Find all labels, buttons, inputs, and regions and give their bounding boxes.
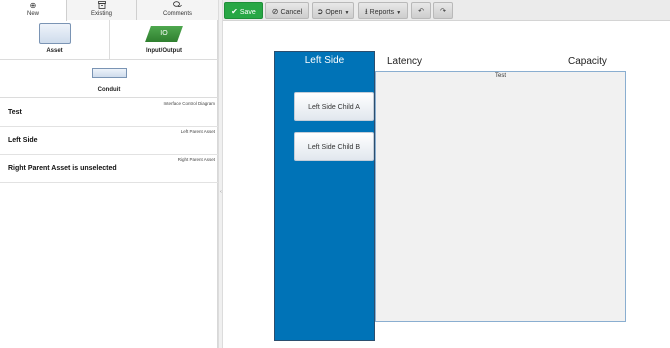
panel-tabs: ⊕ New Existing Comments bbox=[0, 0, 218, 21]
caret-down-icon: ▼ bbox=[396, 10, 402, 16]
property-icd[interactable]: Interface Control Diagram Test bbox=[0, 99, 218, 127]
reports-label: Reports bbox=[369, 9, 395, 16]
column-header-latency: Latency bbox=[387, 56, 423, 67]
plus-circle-icon: ⊕ bbox=[29, 1, 37, 10]
property-type: Interface Control Diagram bbox=[163, 101, 215, 106]
property-type: Right Parent Asset bbox=[177, 157, 215, 162]
undo-icon: ↶ bbox=[418, 8, 424, 15]
save-label: Save bbox=[239, 9, 256, 16]
column-header-capacity: Capacity bbox=[568, 56, 607, 67]
reports-dropdown-button[interactable]: ⭳ Reports ▼ bbox=[358, 2, 408, 19]
open-label: Open bbox=[325, 9, 343, 16]
check-circle-icon: ✔ bbox=[231, 7, 238, 16]
left-side-title: Left Side bbox=[304, 55, 345, 66]
open-dropdown-button[interactable]: ➲ Open ▼ bbox=[312, 2, 354, 19]
property-right-parent[interactable]: Right Parent Asset Right Parent Asset is… bbox=[0, 155, 218, 183]
shape-palette: Asset IO Input/Output bbox=[0, 20, 218, 60]
download-icon: ⭳ bbox=[364, 7, 368, 16]
tab-existing[interactable]: Existing bbox=[67, 0, 137, 20]
property-left-parent[interactable]: Left Parent Asset Left Side bbox=[0, 127, 218, 155]
left-panel: ⊕ New Existing Comments Asset IO Input/O… bbox=[0, 0, 218, 348]
icd-name: Test bbox=[494, 73, 506, 79]
palette-asset-label: Asset bbox=[46, 48, 63, 54]
child-asset-a[interactable]: Left Side Child A bbox=[294, 92, 374, 121]
tab-comments-label: Comments bbox=[162, 11, 192, 17]
left-side-asset[interactable]: Left Side Left Side Child A Left Side Ch… bbox=[274, 51, 375, 341]
save-button[interactable]: ✔ Save bbox=[224, 2, 263, 19]
arrow-circle-right-icon: ➲ bbox=[316, 7, 324, 16]
tab-new[interactable]: ⊕ New bbox=[0, 0, 67, 21]
palette-input-output[interactable]: IO Input/Output bbox=[110, 20, 218, 60]
archive-icon bbox=[67, 1, 136, 11]
toolbar: ✔ Save ⊘ Cancel ➲ Open ▼ ⭳ Reports ▼ ↶ ↷ bbox=[223, 0, 670, 21]
comments-icon bbox=[137, 1, 218, 11]
palette-conduit[interactable]: Conduit bbox=[0, 60, 218, 98]
tab-new-label: New bbox=[26, 11, 39, 17]
caret-down-icon: ▼ bbox=[344, 10, 350, 16]
property-value: Left Side bbox=[8, 137, 38, 144]
redo-icon: ↷ bbox=[440, 8, 446, 15]
undo-button[interactable]: ↶ bbox=[411, 2, 431, 19]
tab-comments[interactable]: Comments bbox=[137, 0, 218, 20]
palette-io-label: Input/Output bbox=[146, 48, 182, 54]
child-asset-b[interactable]: Left Side Child B bbox=[294, 132, 374, 161]
cancel-label: Cancel bbox=[280, 9, 303, 16]
property-type: Left Parent Asset bbox=[180, 129, 215, 134]
conduit-shape-icon bbox=[92, 68, 127, 78]
icd-box[interactable]: Test bbox=[375, 71, 626, 322]
ban-icon: ⊘ bbox=[271, 7, 279, 16]
diagram-canvas[interactable]: Latency Capacity Test Left Side Left Sid… bbox=[223, 22, 670, 348]
property-value: Test bbox=[8, 109, 22, 116]
palette-asset[interactable]: Asset bbox=[0, 20, 110, 60]
asset-shape-icon bbox=[39, 23, 71, 44]
redo-button[interactable]: ↷ bbox=[433, 2, 453, 19]
io-shape-icon: IO bbox=[145, 26, 183, 42]
io-shape-text: IO bbox=[160, 30, 168, 37]
cancel-button[interactable]: ⊘ Cancel bbox=[265, 2, 309, 19]
palette-conduit-label: Conduit bbox=[97, 87, 121, 93]
tab-existing-label: Existing bbox=[90, 11, 112, 17]
property-value: Right Parent Asset is unselected bbox=[8, 165, 117, 172]
